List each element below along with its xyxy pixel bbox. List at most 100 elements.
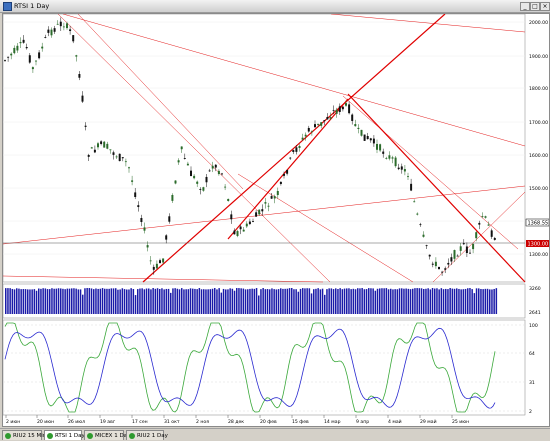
candle-body (22, 39, 25, 43)
volume-bar (132, 289, 135, 314)
volume-bar (209, 289, 212, 314)
volume-bar (154, 288, 157, 314)
volume-bar (57, 288, 60, 314)
volume-bar (40, 288, 42, 314)
minimize-button[interactable]: _ (520, 2, 530, 11)
time-tick-label: 9 апр (356, 419, 369, 425)
volume-bar (68, 288, 71, 314)
volume-bar (442, 289, 445, 314)
volume-bar (24, 289, 27, 314)
candle-body (93, 149, 96, 153)
volume-bar (326, 289, 328, 314)
volume-bar (49, 289, 51, 314)
candle-body (465, 246, 468, 254)
candle-body (310, 131, 313, 133)
volume-bar (101, 288, 104, 314)
volume-bar (438, 289, 440, 314)
candle-body (487, 224, 490, 226)
volume-bar (293, 289, 295, 314)
volume-bar (240, 288, 242, 314)
volume-bar (148, 288, 150, 314)
candle-body (214, 164, 217, 168)
volume-bar (339, 288, 341, 314)
tab-rtsi-1-day[interactable]: RTSI 1 Day (44, 430, 85, 440)
price-tick-label: 1300.00 (529, 252, 548, 258)
chart-canvas[interactable]: 2000.00 1900.00 1800.00 1700.00 1600.00 1500.… (3, 14, 549, 426)
volume-bar (447, 289, 449, 314)
volume-bar (495, 288, 498, 314)
time-tick-label: 14 мар (324, 419, 341, 425)
volume-bar (475, 288, 478, 314)
volume-bar (163, 289, 165, 314)
volume-bar (484, 288, 487, 314)
volume-bar (266, 289, 269, 314)
volume-bar (9, 288, 11, 314)
volume-bar (38, 288, 40, 314)
volume-bar (55, 288, 58, 314)
volume-bar (119, 289, 121, 314)
tab-riu2-1-day[interactable]: RIU2 1 Day (126, 430, 168, 440)
volume-bar (330, 288, 333, 314)
chart-area[interactable]: 2000.00 1900.00 1800.00 1700.00 1600.00 1500.… (2, 13, 550, 427)
price-tick-label: 1700.00 (529, 120, 548, 126)
volume-bar (227, 289, 229, 314)
volume-bar (420, 288, 423, 314)
time-tick-label: 2 ноя (196, 419, 209, 425)
volume-bar (264, 289, 267, 314)
candle-body (13, 47, 16, 54)
volume-bar (51, 288, 53, 314)
candle-body (159, 260, 161, 264)
volume-bar (231, 288, 234, 314)
volume-bar (412, 288, 414, 314)
candle-body (441, 271, 444, 273)
volume-bar (159, 288, 161, 314)
volume-bar (181, 288, 183, 314)
volume-bar (304, 288, 306, 314)
candle-body (382, 151, 385, 154)
candle-body (112, 152, 115, 155)
maximize-button[interactable]: □ (530, 2, 540, 11)
candle-body (450, 257, 453, 262)
candle-body (388, 155, 391, 159)
close-button[interactable]: × (540, 2, 550, 11)
price-tick-label: 1500.00 (529, 186, 548, 192)
volume-bar (387, 289, 390, 314)
time-tick-label: 15 фев (292, 419, 309, 425)
time-tick-label: 17 сен (132, 419, 148, 425)
candle-body (190, 170, 192, 177)
candle-body (103, 141, 106, 148)
volume-bar (7, 288, 9, 314)
candle-body (149, 260, 152, 262)
time-tick-label: 20 фев (260, 419, 277, 425)
candle-body (385, 157, 388, 159)
candle-body (248, 221, 251, 225)
volume-bar (44, 288, 47, 314)
volume-bar (357, 288, 359, 314)
volume-bar (86, 288, 88, 314)
volume-bar (29, 289, 31, 314)
candle-body (4, 60, 6, 61)
candle-body (341, 106, 344, 110)
candle-body (146, 245, 149, 248)
tab-micex-1-day[interactable]: MICEX 1 Day (84, 430, 130, 440)
volume-bar (478, 288, 480, 314)
candle-body (72, 35, 75, 42)
candle-body (100, 141, 103, 144)
volume-tick-label: 3260 (529, 286, 541, 292)
candle-body (162, 258, 165, 263)
volume-bar (291, 288, 293, 314)
volume-bar (317, 288, 319, 314)
volume-bar (480, 288, 482, 314)
candle-body (183, 158, 186, 159)
oscillator-tick-label: 100 (529, 323, 538, 329)
candle-body (16, 45, 19, 51)
volume-bar (370, 288, 372, 314)
volume-bar (225, 289, 227, 314)
tab-riu2-15-min[interactable]: RIU2 15 Min (2, 430, 46, 440)
volume-axis: 3260 2641 (529, 286, 541, 316)
volume-bar (66, 288, 69, 314)
candle-body (459, 246, 462, 251)
volume-bar (258, 295, 260, 314)
candle-body (165, 235, 168, 240)
volume-bar (302, 288, 304, 314)
